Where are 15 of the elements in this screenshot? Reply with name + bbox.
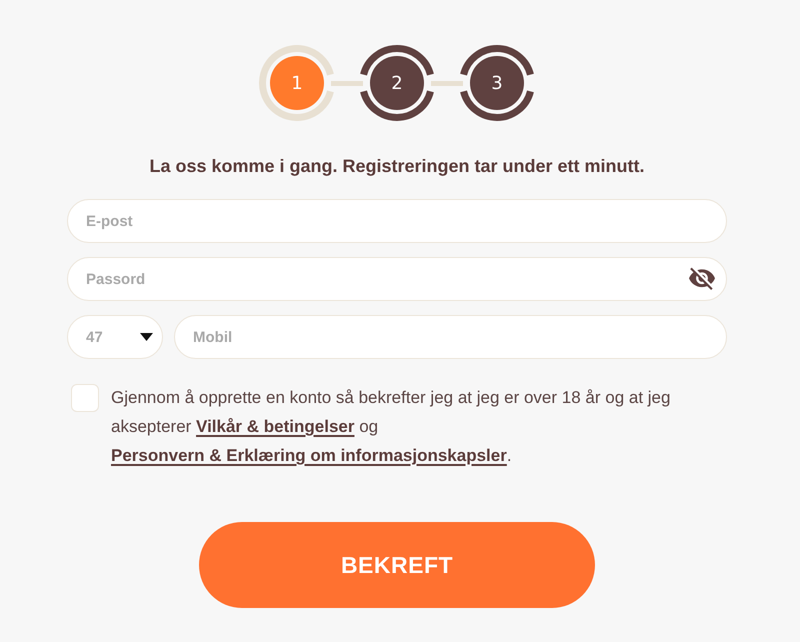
mobile-field[interactable]: Mobil — [174, 315, 727, 359]
consent-checkbox[interactable] — [71, 384, 99, 412]
page-heading: La oss komme i gang. Registreringen tar under ett minutt. — [148, 155, 646, 177]
eye-off-icon[interactable] — [689, 266, 715, 292]
step-indicator: 3 — [459, 45, 535, 121]
step-indicator: 1 — [259, 45, 335, 121]
step-connector — [431, 80, 463, 86]
text-link[interactable]: Vilkår & betingelser — [196, 417, 354, 436]
step-indicator: 2 — [359, 45, 435, 121]
step-connector — [331, 80, 363, 86]
caret-icon — [140, 333, 153, 341]
password-field[interactable]: Passord — [67, 257, 727, 301]
text-link[interactable]: Personvern & Erklæring om informasjonskapsler — [111, 446, 507, 465]
consent-text: Gjennom å opprette en konto så bekrefter jeg at jeg er over 18 år og at jeg aksepterer Vilkår & betingelser og Personvern & Erklæring om informasjonskapsler. — [111, 387, 672, 467]
email-field[interactable]: E-post — [67, 199, 727, 243]
